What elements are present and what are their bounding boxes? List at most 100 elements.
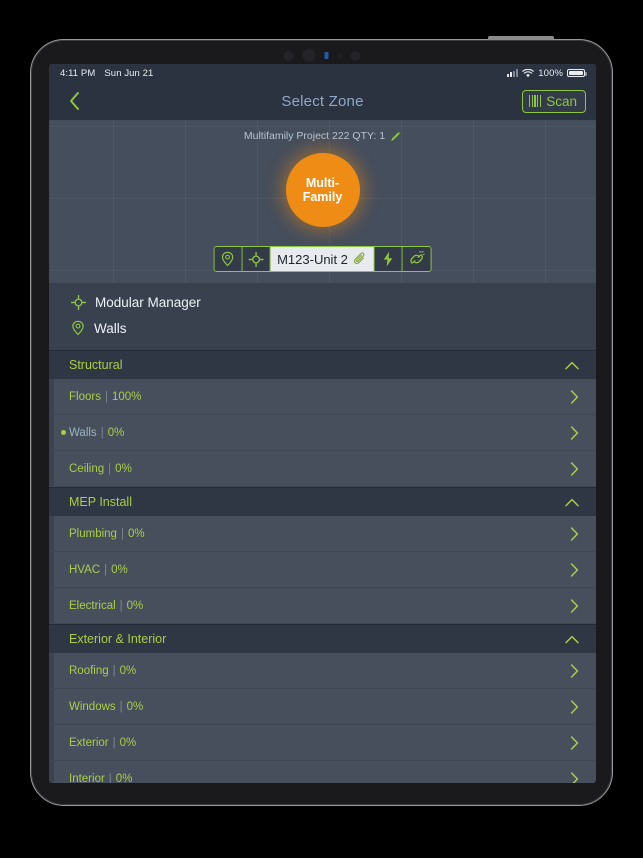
table-row[interactable]: Interior | 0% — [49, 761, 596, 783]
row-label: Interior | 0% — [69, 773, 132, 784]
battery-icon — [567, 68, 587, 78]
wifi-icon — [522, 68, 535, 78]
breadcrumb: Modular Manager Walls — [49, 283, 596, 350]
paperclip-icon[interactable] — [354, 252, 367, 266]
chevron-right-icon[interactable] — [570, 526, 579, 541]
breadcrumb-label: Modular Manager — [95, 295, 201, 310]
row-name: Windows — [69, 700, 116, 713]
row-progress-percent: 100% — [111, 390, 142, 403]
section-header[interactable]: Structural — [49, 350, 596, 379]
row-progress-percent: 0% — [127, 527, 145, 540]
row-separator: | — [112, 664, 116, 677]
crosshair-target-icon — [248, 251, 264, 267]
tablet-device-frame: 4:11 PM Sun Jun 21 100% Select Zone Scan… — [30, 36, 613, 806]
location-pin-icon — [221, 251, 235, 267]
unit-name-field[interactable]: M123-Unit 2 — [270, 247, 375, 271]
row-separator: | — [120, 527, 124, 540]
zone-bubble-label: Multi- Family — [302, 176, 343, 204]
chevron-right-icon[interactable] — [570, 771, 579, 783]
app-screen: 4:11 PM Sun Jun 21 100% Select Zone Scan… — [49, 64, 596, 783]
row-progress-percent: 0% — [119, 664, 137, 677]
section-header[interactable]: Exterior & Interior — [49, 624, 596, 653]
table-row[interactable]: HVAC | 0% — [49, 552, 596, 588]
project-header[interactable]: Multifamily Project 222 QTY: 1 — [244, 130, 401, 142]
sensor-icon — [283, 50, 293, 61]
row-label: Ceiling | 0% — [69, 463, 132, 475]
unit-name-label: M123-Unit 2 — [277, 251, 348, 267]
cellular-signal-icon — [506, 69, 519, 77]
row-separator: | — [108, 772, 112, 784]
device-bezel-top — [31, 40, 612, 64]
table-row[interactable]: Electrical | 0% — [49, 588, 596, 624]
table-row[interactable]: Roofing | 0% — [49, 653, 596, 689]
row-separator: | — [104, 390, 108, 403]
selected-indicator-dot — [61, 430, 66, 435]
row-progress-percent: 0% — [111, 563, 128, 576]
unit-disconnect-button[interactable] — [402, 247, 431, 271]
chevron-up-icon[interactable] — [565, 361, 579, 370]
row-name: Walls — [69, 426, 97, 439]
chevron-right-icon[interactable] — [570, 562, 579, 577]
table-row[interactable]: Ceiling | 0% — [49, 451, 596, 487]
front-camera-icon — [302, 49, 315, 62]
project-label: Multifamily Project 222 QTY: 1 — [243, 130, 386, 142]
row-progress-percent: 0% — [115, 772, 133, 784]
table-row[interactable]: Exterior | 0% — [49, 725, 596, 761]
table-row[interactable]: Plumbing | 0% — [49, 516, 596, 552]
chevron-up-icon[interactable] — [565, 635, 579, 644]
table-row[interactable]: Walls | 0% — [49, 415, 596, 451]
row-name: Interior — [69, 772, 105, 784]
scan-button-label: Scan — [546, 93, 577, 109]
unit-target-button[interactable] — [242, 247, 271, 271]
breadcrumb-item-walls[interactable]: Walls — [49, 315, 596, 341]
zone-bubble-multi-family[interactable]: Multi- Family — [285, 153, 360, 227]
barcode-icon — [528, 95, 542, 107]
row-name: Plumbing — [69, 527, 117, 540]
chevron-right-icon[interactable] — [570, 389, 579, 404]
table-row[interactable]: Windows | 0% — [49, 689, 596, 725]
chevron-right-icon[interactable] — [570, 461, 579, 476]
unit-location-button[interactable] — [214, 247, 243, 271]
section-title: MEP Install — [69, 495, 132, 509]
crosshair-target-icon — [71, 295, 86, 310]
chevron-right-icon[interactable] — [570, 598, 579, 613]
row-separator: | — [119, 700, 123, 713]
row-name: Exterior — [69, 736, 109, 749]
row-progress-percent: 0% — [115, 462, 132, 475]
chevron-right-icon[interactable] — [570, 735, 579, 750]
zone-hero-panel: Multifamily Project 222 QTY: 1 Multi- Fam… — [49, 120, 596, 283]
proximity-sensor-icon — [350, 50, 360, 61]
chevron-up-icon[interactable] — [565, 498, 579, 507]
row-label: Electrical | 0% — [69, 600, 143, 612]
status-date: Sun Jun 21 — [104, 67, 154, 79]
row-separator: | — [100, 426, 104, 439]
row-label: Roofing | 0% — [69, 665, 136, 677]
row-label: Plumbing | 0% — [69, 528, 145, 540]
chevron-right-icon[interactable] — [570, 663, 579, 678]
chevron-right-icon[interactable] — [570, 425, 579, 440]
status-time: 4:11 PM — [60, 67, 96, 79]
section-title: Exterior & Interior — [69, 632, 167, 646]
chevron-left-icon — [68, 91, 81, 111]
broken-link-icon — [409, 251, 425, 267]
back-button[interactable] — [59, 86, 89, 116]
breadcrumb-item-modular-manager[interactable]: Modular Manager — [49, 290, 596, 315]
row-name: Electrical — [69, 599, 116, 612]
pencil-icon[interactable] — [390, 131, 401, 142]
status-bar: 4:11 PM Sun Jun 21 100% — [49, 64, 596, 82]
chevron-right-icon[interactable] — [570, 699, 579, 714]
table-row[interactable]: Floors | 100% — [49, 379, 596, 415]
lightning-bolt-icon — [383, 251, 394, 267]
ambient-light-sensor-icon — [337, 53, 341, 58]
row-separator: | — [119, 599, 123, 612]
section-header[interactable]: MEP Install — [49, 487, 596, 516]
section-title: Structural — [69, 358, 123, 372]
row-label: Windows | 0% — [69, 701, 143, 713]
unit-power-button[interactable] — [374, 247, 403, 271]
battery-percent: 100% — [538, 67, 563, 79]
row-progress-percent: 0% — [126, 599, 144, 612]
scan-button[interactable]: Scan — [521, 89, 586, 113]
row-name: Ceiling — [69, 462, 105, 475]
location-pin-icon — [71, 320, 85, 336]
row-label: Walls | 0% — [69, 427, 124, 439]
